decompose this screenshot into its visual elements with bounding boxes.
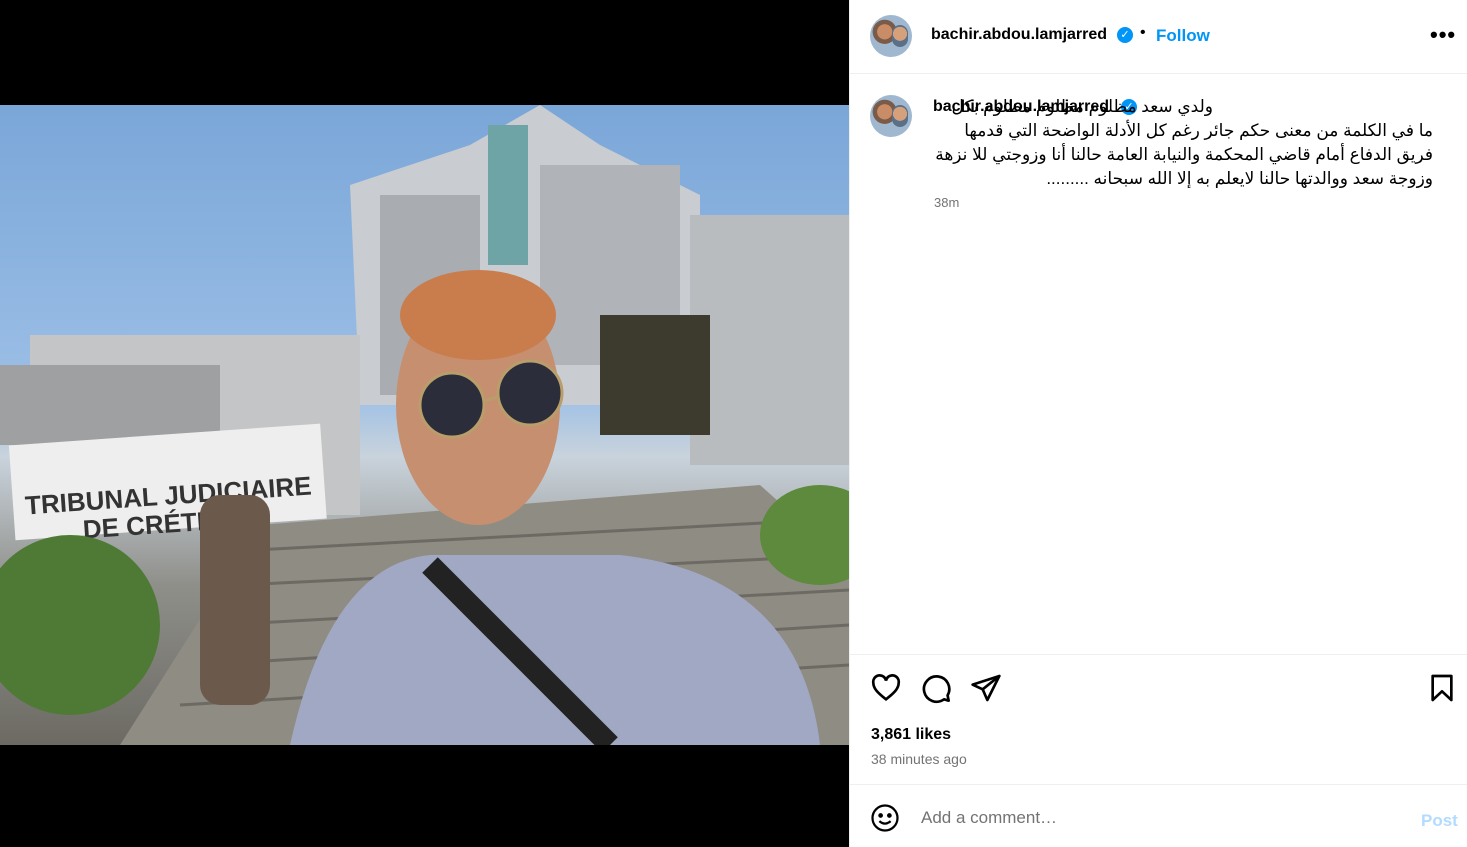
caption-time[interactable]: 38m <box>934 195 959 210</box>
post-header: bachir.abdou.lamjarred ✓ • Follow ••• <box>850 0 1467 74</box>
comment-bar: Post <box>850 784 1467 847</box>
caption-body: ولدي سعد مظلوم مظلوم مظلوم بكل ما في الك… <box>935 97 1433 188</box>
post-comment-button[interactable]: Post <box>1421 811 1458 831</box>
post-actions <box>850 656 1467 726</box>
bookmark-icon[interactable] <box>1426 672 1458 704</box>
share-icon[interactable] <box>970 672 1002 704</box>
verified-badge-icon: ✓ <box>1117 27 1133 43</box>
more-options-icon[interactable]: ••• <box>1430 22 1456 48</box>
heart-icon[interactable] <box>870 672 902 704</box>
posted-time[interactable]: 38 minutes ago <box>871 751 967 767</box>
emoji-icon[interactable] <box>870 803 900 833</box>
post-media-pane: TRIBUNAL JUDICIAIRE DE CRÉTEIL <box>0 0 849 847</box>
caption-area: bachir.abdou.lamjarred ✓ ولدي سعد مظلوم … <box>850 75 1467 655</box>
post-sidebar: bachir.abdou.lamjarred ✓ • Follow ••• ba… <box>849 0 1467 847</box>
follow-button[interactable]: Follow <box>1156 26 1210 46</box>
caption-avatar[interactable] <box>870 95 912 137</box>
likes-count[interactable]: 3,861 likes <box>871 726 951 744</box>
caption-text: ولدي سعد مظلوم مظلوم مظلوم بكل ما في الك… <box>933 95 1433 191</box>
post-photo[interactable]: TRIBUNAL JUDICIAIRE DE CRÉTEIL <box>0 105 849 745</box>
avatar[interactable] <box>870 15 912 57</box>
header-username[interactable]: bachir.abdou.lamjarred <box>931 26 1107 44</box>
separator-dot: • <box>1140 24 1146 41</box>
post-photo-illustration: TRIBUNAL JUDICIAIRE DE CRÉTEIL <box>0 105 849 745</box>
comment-input[interactable] <box>921 805 1401 831</box>
comment-icon[interactable] <box>920 672 952 704</box>
